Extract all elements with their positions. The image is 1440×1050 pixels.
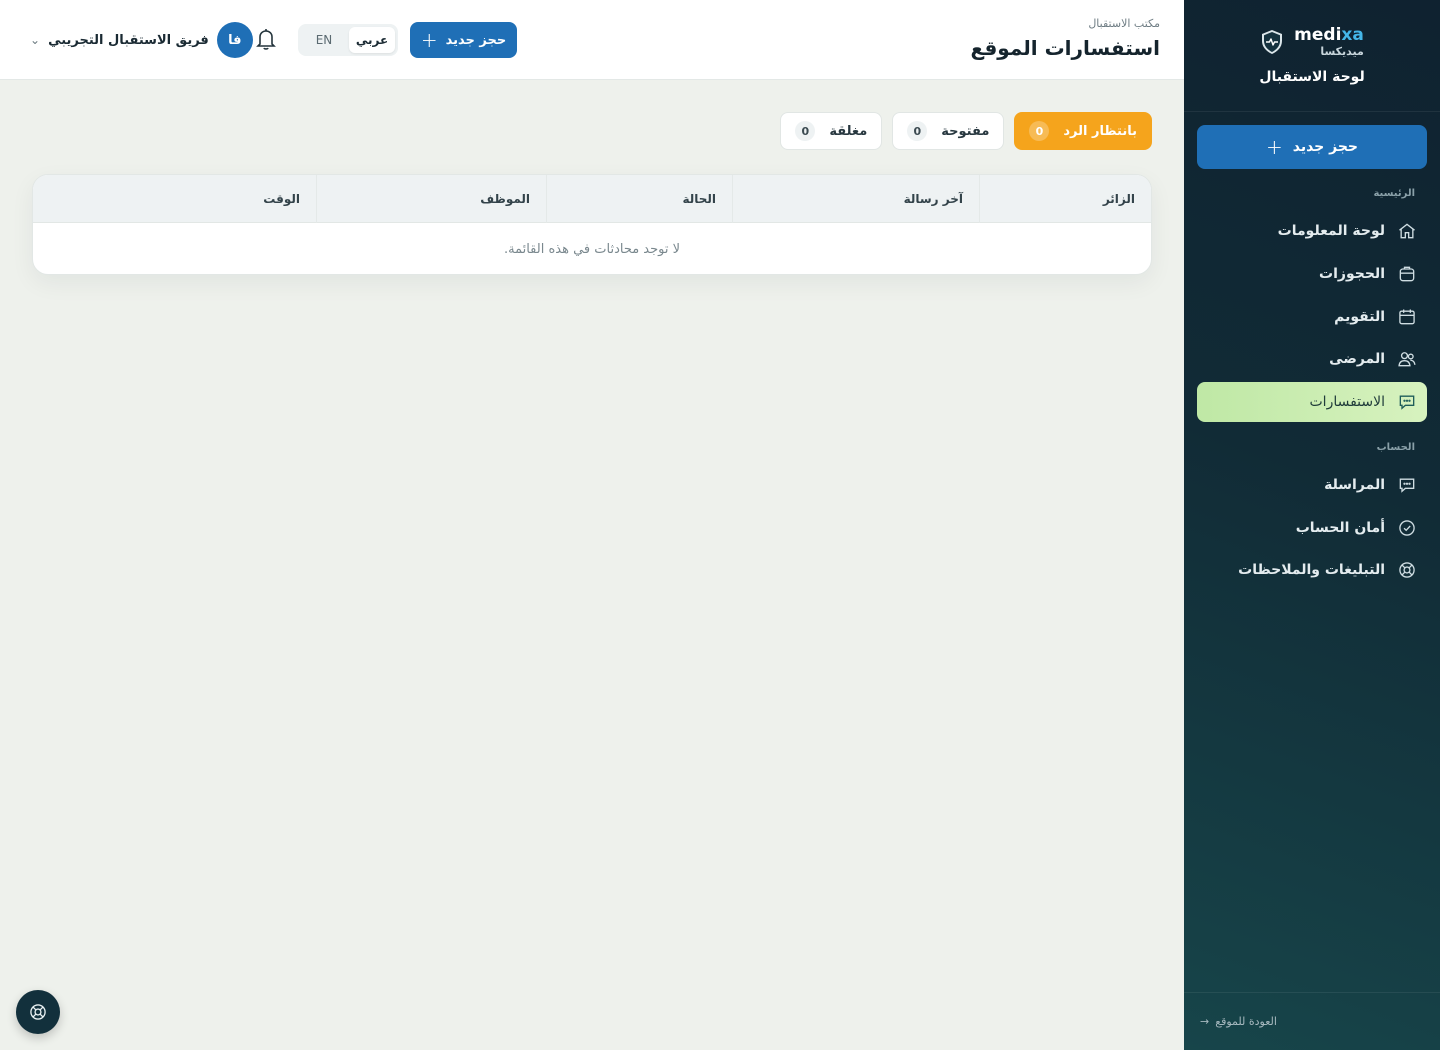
inquiries-table: الزائر آخر رسالة الحالة الموظف الوقت لا … xyxy=(32,174,1152,275)
tab-count-badge: 0 xyxy=(795,121,816,141)
sidebar-item-dashboard[interactable]: لوحة المعلومات xyxy=(1197,211,1427,251)
user-name: فريق الاستقبال التجريبي xyxy=(48,32,209,48)
brand-name-latin: medixa xyxy=(1294,24,1364,45)
column-header-time: الوقت xyxy=(263,191,300,206)
user-menu[interactable]: فا فريق الاستقبال التجريبي ⌄ xyxy=(30,21,253,59)
arrow-left-icon: → xyxy=(1200,1015,1210,1028)
plus-icon: + xyxy=(1265,135,1283,159)
sidebar: medixa ميديكسا لوحة الاستقبال حجز جديد +… xyxy=(1184,0,1440,1050)
breadcrumb: مكتب الاستقبال xyxy=(1088,17,1160,30)
page-title: استفسارات الموقع xyxy=(970,36,1160,60)
app-root: medixa ميديكسا لوحة الاستقبال حجز جديد +… xyxy=(0,0,1440,1050)
column-header-staff: الموظف xyxy=(316,175,546,223)
new-booking-label: حجز جديد xyxy=(445,32,507,48)
tab-count-badge: 0 xyxy=(1029,121,1050,141)
notifications-button[interactable] xyxy=(254,26,278,52)
tab-open[interactable]: مفتوحة 0 xyxy=(892,112,1005,150)
lifebuoy-icon xyxy=(30,1004,46,1020)
tab-label: مفتوحة xyxy=(941,123,990,139)
sidebar-item-inquiries[interactable]: الاستفسارات xyxy=(1197,382,1427,422)
sidebar-item-label: الاستفسارات xyxy=(1309,394,1386,410)
lang-arabic-button[interactable]: عربي xyxy=(349,27,395,53)
avatar: فا xyxy=(216,22,253,58)
column-header-status: الحالة xyxy=(546,175,732,223)
back-to-site-label: العودة للموقع xyxy=(1215,1015,1277,1028)
column-header-visitor: الزائر xyxy=(979,175,1151,223)
nav-section-account: الحساب xyxy=(1376,442,1415,453)
sidebar-item-label: المرضى xyxy=(1329,351,1385,367)
sidebar-item-label: أمان الحساب xyxy=(1295,520,1385,536)
tab-label: بانتظار الرد xyxy=(1063,123,1137,139)
plus-icon: + xyxy=(420,28,438,52)
sidebar-item-label: التقويم xyxy=(1334,309,1385,325)
brand-name-arabic: ميديكسا xyxy=(1320,44,1364,58)
briefcase-icon xyxy=(1399,266,1415,282)
users-icon xyxy=(1398,352,1416,367)
chat-icon xyxy=(1399,478,1415,493)
top-header: مكتب الاستقبال استفسارات الموقع حجز جديد… xyxy=(0,0,1184,80)
empty-state-message: لا توجد محادثات في هذه القائمة. xyxy=(503,241,681,257)
tab-count-badge: 0 xyxy=(907,121,928,141)
sidebar-item-bookings[interactable]: الحجوزات xyxy=(1197,254,1427,294)
lang-english-button[interactable]: EN xyxy=(301,27,347,53)
tab-awaiting-reply[interactable]: بانتظار الرد 0 xyxy=(1014,112,1152,150)
help-button[interactable] xyxy=(16,990,60,1034)
sidebar-item-label: لوحة المعلومات xyxy=(1277,223,1385,239)
table-header: الزائر آخر رسالة الحالة الموظف الوقت xyxy=(33,175,1151,223)
sidebar-footer: العودة للموقع → xyxy=(1184,992,1440,1050)
home-icon xyxy=(1399,223,1415,239)
dashboard-subtitle: لوحة الاستقبال xyxy=(1259,68,1365,85)
sidebar-item-label: الحجوزات xyxy=(1319,266,1385,282)
chevron-down-icon: ⌄ xyxy=(30,33,41,47)
sidebar-item-account-security[interactable]: أمان الحساب xyxy=(1197,508,1427,548)
sidebar-new-booking-button[interactable]: حجز جديد + xyxy=(1197,125,1427,169)
sidebar-item-messaging[interactable]: المراسلة xyxy=(1197,465,1427,505)
new-booking-label: حجز جديد xyxy=(1292,139,1359,155)
header-new-booking-button[interactable]: حجز جديد + xyxy=(410,22,517,58)
brand: medixa ميديكسا لوحة الاستقبال xyxy=(1184,0,1440,112)
brand-logo[interactable]: medixa ميديكسا xyxy=(1260,24,1364,58)
check-circle-icon xyxy=(1399,520,1415,536)
shield-icon xyxy=(1262,29,1283,54)
language-switcher: عربي EN xyxy=(298,24,398,56)
bell-icon xyxy=(256,29,276,50)
sidebar-item-calendar[interactable]: التقويم xyxy=(1197,297,1427,337)
nav-section-main: الرئيسية xyxy=(1373,188,1415,199)
sidebar-item-patients[interactable]: المرضى xyxy=(1197,339,1427,379)
back-to-site-link[interactable]: العودة للموقع → xyxy=(1200,1015,1277,1028)
sidebar-item-reports[interactable]: التبليغات والملاحظات xyxy=(1197,550,1427,590)
sidebar-item-label: المراسلة xyxy=(1324,477,1385,493)
calendar-icon xyxy=(1399,309,1415,325)
tab-label: مغلقة xyxy=(829,123,868,139)
sidebar-item-label: التبليغات والملاحظات xyxy=(1238,562,1385,578)
chat-icon xyxy=(1399,395,1415,410)
lifebuoy-icon xyxy=(1399,562,1415,578)
status-filter-tabs: بانتظار الرد 0 مفتوحة 0 مغلقة 0 xyxy=(780,112,1152,150)
tab-closed[interactable]: مغلقة 0 xyxy=(780,112,883,150)
column-header-last-message: آخر رسالة xyxy=(732,175,979,223)
